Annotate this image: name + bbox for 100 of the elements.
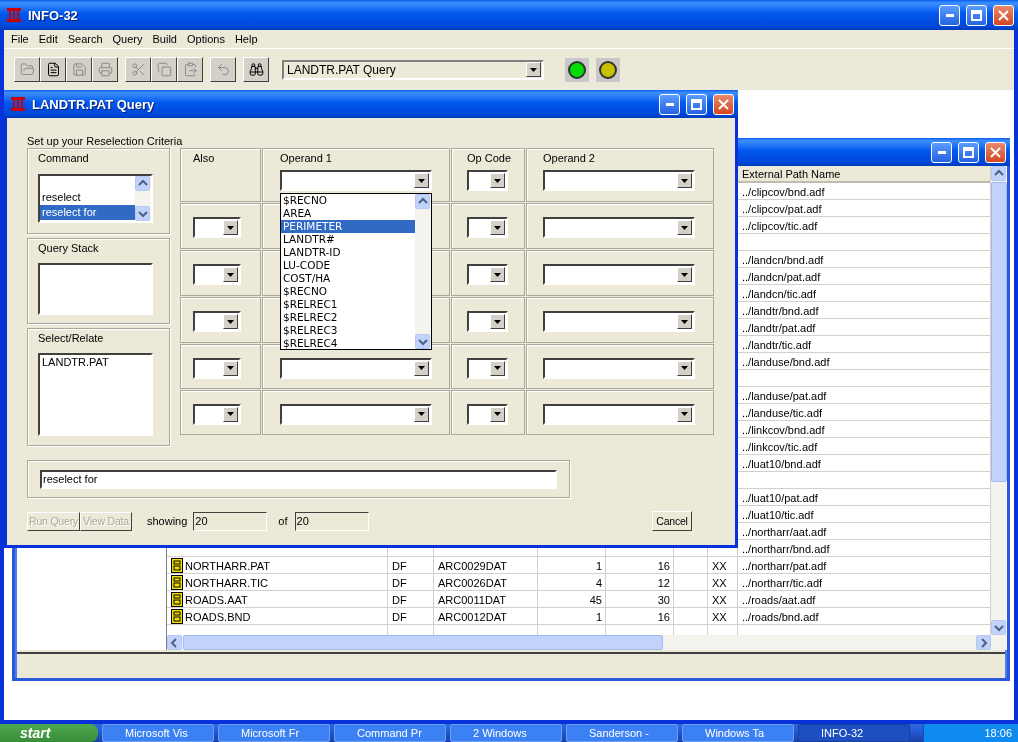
table-cell-text: 1 xyxy=(594,609,603,625)
dropdown-option[interactable]: LANDTR-ID xyxy=(281,246,415,259)
operand-select[interactable] xyxy=(543,217,695,238)
horizontal-scrollbar[interactable] xyxy=(167,635,1007,650)
command-line-field[interactable]: reselect for xyxy=(40,469,557,489)
operand-select[interactable] xyxy=(543,403,695,425)
scroll-thumb[interactable] xyxy=(183,635,663,650)
taskbar-button[interactable]: Microsoft Vis xyxy=(102,724,214,742)
table-cell-text: DF xyxy=(391,609,408,625)
menu-item[interactable]: Query xyxy=(107,33,148,45)
taskbar-button[interactable]: Windows Ta xyxy=(682,724,794,742)
operand-select[interactable] xyxy=(543,170,695,191)
scroll-up-button[interactable] xyxy=(991,166,1006,181)
maximize-button[interactable] xyxy=(958,141,979,163)
list-item[interactable]: LANDTR.PAT xyxy=(40,355,151,370)
new-button[interactable] xyxy=(40,57,66,82)
file-icon xyxy=(171,592,183,607)
cancel-button[interactable]: Cancel xyxy=(652,511,692,531)
scroll-thumb[interactable] xyxy=(991,182,1007,482)
dropdown-option[interactable]: $RELREC3 xyxy=(281,324,415,337)
dropdown-option[interactable]: COST/HA xyxy=(281,272,415,285)
scroll-up-button[interactable] xyxy=(135,176,150,191)
op-code-select[interactable] xyxy=(467,311,508,332)
maximize-button[interactable] xyxy=(966,4,987,26)
menu-item[interactable]: Build xyxy=(147,33,182,45)
minimize-button[interactable] xyxy=(659,93,680,115)
scroll-down-button[interactable] xyxy=(135,206,150,221)
operand-select[interactable] xyxy=(280,170,432,191)
table-cell-text: ../landuse/bnd.adf xyxy=(741,354,831,370)
list-scrollbar[interactable] xyxy=(415,194,431,349)
scroll-down-button[interactable] xyxy=(991,620,1006,635)
window-select[interactable]: LANDTR.PAT Query xyxy=(282,59,544,80)
list-item[interactable]: reselect xyxy=(40,190,135,205)
taskbar-button[interactable]: Command Pr xyxy=(334,724,446,742)
table-cell-text: ROADS.AAT xyxy=(185,592,248,608)
close-button[interactable] xyxy=(993,4,1014,26)
also-select[interactable] xyxy=(193,311,241,332)
operand-select[interactable] xyxy=(280,403,432,425)
menu-item[interactable]: File xyxy=(6,33,34,45)
taskbar-button[interactable]: 2 Windows xyxy=(450,724,562,742)
scroll-up-button[interactable] xyxy=(415,194,430,209)
list-item[interactable]: reselect for xyxy=(40,205,135,220)
scroll-down-button[interactable] xyxy=(415,334,430,349)
select-relate-list[interactable]: LANDTR.PAT xyxy=(38,353,153,436)
vertical-scrollbar[interactable] xyxy=(991,166,1007,635)
menu-item[interactable]: Options xyxy=(182,33,230,45)
also-select[interactable] xyxy=(193,357,241,379)
op-code-select[interactable] xyxy=(467,217,508,238)
showing-label: showing xyxy=(147,515,188,527)
dropdown-option[interactable]: LANDTR# xyxy=(281,233,415,246)
close-button[interactable] xyxy=(713,93,734,115)
op-code-select[interactable] xyxy=(467,403,508,425)
caret-icon xyxy=(227,225,234,230)
start-button[interactable]: start xyxy=(0,724,98,742)
showing-field[interactable]: 20 xyxy=(193,511,268,531)
scroll-left-button[interactable] xyxy=(167,635,182,650)
minimize-button[interactable] xyxy=(939,4,960,26)
taskbar-button[interactable]: INFO-32 xyxy=(798,724,910,742)
close-button[interactable] xyxy=(985,141,1006,163)
also-select[interactable] xyxy=(193,403,241,425)
table-cell-text: DF xyxy=(391,575,408,591)
minimize-button[interactable] xyxy=(931,141,952,163)
dropdown-option[interactable]: $RELREC4 xyxy=(281,337,415,350)
dropdown-option[interactable]: PERIMETER xyxy=(281,220,415,233)
caret-icon xyxy=(530,67,537,72)
menu-item[interactable]: Edit xyxy=(33,33,63,45)
dropdown-option[interactable]: $RELREC1 xyxy=(281,298,415,311)
menu-item[interactable]: Search xyxy=(62,33,108,45)
command-list[interactable]: reselect reselect for xyxy=(38,174,153,223)
dropdown-option[interactable]: AREA xyxy=(281,207,415,220)
op-code-select[interactable] xyxy=(467,264,508,285)
operand-select[interactable] xyxy=(543,357,695,379)
table-cell-text: 4 xyxy=(594,575,603,591)
table-cell-text: ../luat10/pat.adf xyxy=(741,490,819,506)
operand-select[interactable] xyxy=(543,311,695,332)
dropdown-list[interactable]: $RECNO AREA PERIMETER LANDTR# LANDTR-ID LU-CODE COST/HA $RECNO $RELREC1 $RELREC2 $RELREC3 $RELREC4 xyxy=(280,193,432,350)
also-select[interactable] xyxy=(193,217,241,238)
caret-icon xyxy=(681,272,688,277)
taskbar-button[interactable]: Sanderson - xyxy=(566,724,678,742)
dropdown-option[interactable]: $RECNO xyxy=(281,285,415,298)
op-code-select[interactable] xyxy=(467,170,508,191)
dropdown-option[interactable]: $RELREC2 xyxy=(281,311,415,324)
total-field[interactable]: 20 xyxy=(294,511,369,531)
scroll-right-button[interactable] xyxy=(976,635,991,650)
column-label: Operand 1 xyxy=(280,152,333,164)
taskbar-button[interactable]: Microsoft Fr xyxy=(218,724,330,742)
maximize-button[interactable] xyxy=(686,93,707,115)
list-scrollbar[interactable] xyxy=(135,176,151,221)
operand-select[interactable] xyxy=(280,357,432,379)
query-stack-list[interactable] xyxy=(38,263,153,315)
table-cell-text: XX xyxy=(711,592,728,608)
operand-select[interactable] xyxy=(543,264,695,285)
op-code-select[interactable] xyxy=(467,357,508,379)
find-button[interactable] xyxy=(243,57,269,82)
menu-item[interactable]: Help xyxy=(229,33,263,45)
dropdown-option[interactable]: LU-CODE xyxy=(281,259,415,272)
also-select[interactable] xyxy=(193,264,241,285)
column-header[interactable]: External Path Name xyxy=(738,166,991,183)
dropdown-option[interactable]: $RECNO xyxy=(281,194,415,207)
total-label: of xyxy=(278,515,288,527)
